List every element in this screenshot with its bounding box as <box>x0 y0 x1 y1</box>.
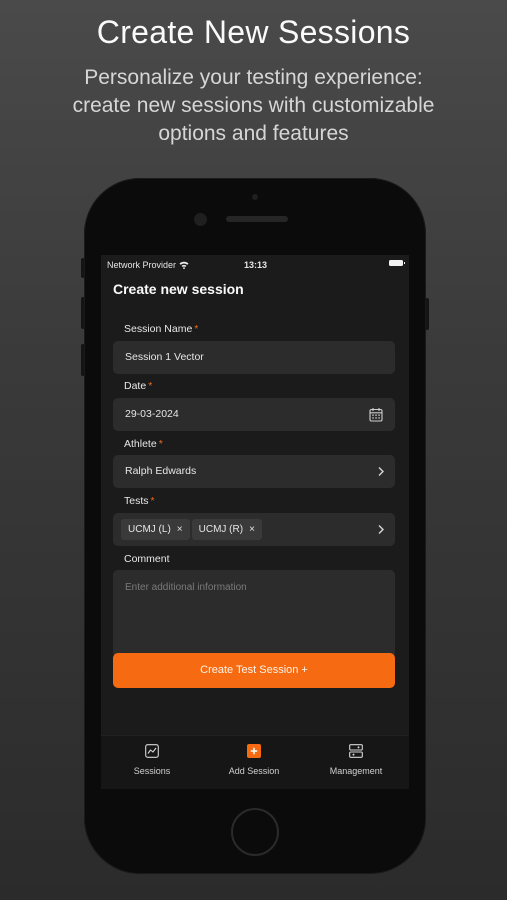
remove-chip-icon[interactable]: × <box>249 524 255 535</box>
app-screen: Network Provider 13:13 Create new sessio… <box>101 255 409 789</box>
calendar-icon[interactable] <box>369 407 383 422</box>
hero-subtitle-line: options and features <box>158 122 349 145</box>
date-value: 29-03-2024 <box>125 408 179 420</box>
home-button[interactable] <box>231 808 279 856</box>
tab-label: Management <box>329 766 383 776</box>
management-icon <box>349 744 363 758</box>
date-field[interactable]: 29-03-2024 <box>113 398 395 431</box>
hero-subtitle-line: Personalize your testing experience: <box>84 66 423 89</box>
tab-add-session[interactable]: Add Session <box>204 736 304 789</box>
comment-label: Comment <box>124 553 170 565</box>
chart-icon <box>145 744 159 758</box>
tab-sessions[interactable]: Sessions <box>102 736 202 789</box>
hero-subtitle: Personalize your testing experience: cre… <box>30 64 477 148</box>
status-bar: Network Provider 13:13 <box>101 255 409 275</box>
session-name-field[interactable]: Session 1 Vector <box>113 341 395 374</box>
plus-square-icon <box>247 744 261 758</box>
remove-chip-icon[interactable]: × <box>177 524 183 535</box>
earpiece-speaker <box>226 216 288 222</box>
tests-select[interactable]: UCMJ (L) × UCMJ (R) × <box>113 513 395 546</box>
session-name-label: Session Name * <box>124 323 199 335</box>
battery-icon <box>389 260 405 266</box>
tests-label: Tests * <box>124 495 155 507</box>
chevron-right-icon <box>378 467 384 476</box>
athlete-value: Ralph Edwards <box>125 465 197 477</box>
athlete-select[interactable]: Ralph Edwards <box>113 455 395 488</box>
front-camera <box>194 213 207 226</box>
tab-management[interactable]: Management <box>306 736 406 789</box>
wifi-icon <box>179 261 189 269</box>
create-test-session-button[interactable]: Create Test Session + <box>113 653 395 688</box>
comment-textarea[interactable]: Enter additional information <box>113 570 395 658</box>
network-provider: Network Provider <box>107 260 189 270</box>
athlete-label: Athlete * <box>124 438 163 450</box>
date-label: Date * <box>124 380 153 392</box>
session-name-value: Session 1 Vector <box>125 351 204 363</box>
hero-subtitle-line: create new sessions with customizable <box>72 94 435 117</box>
chevron-right-icon <box>378 525 384 534</box>
comment-placeholder: Enter additional information <box>125 582 247 593</box>
page-title: Create new session <box>113 281 244 297</box>
test-chip: UCMJ (R) × <box>191 519 262 540</box>
tab-label: Add Session <box>228 766 280 776</box>
tab-bar: Sessions Add Session Management <box>101 735 409 789</box>
status-time: 13:13 <box>244 260 268 270</box>
tab-label: Sessions <box>133 766 171 776</box>
hero-title: Create New Sessions <box>96 14 411 50</box>
test-chips: UCMJ (L) × UCMJ (R) × <box>121 519 264 540</box>
test-chip: UCMJ (L) × <box>121 519 190 540</box>
proximity-sensor <box>252 194 258 200</box>
phone-frame: Network Provider 13:13 Create new sessio… <box>84 178 426 874</box>
